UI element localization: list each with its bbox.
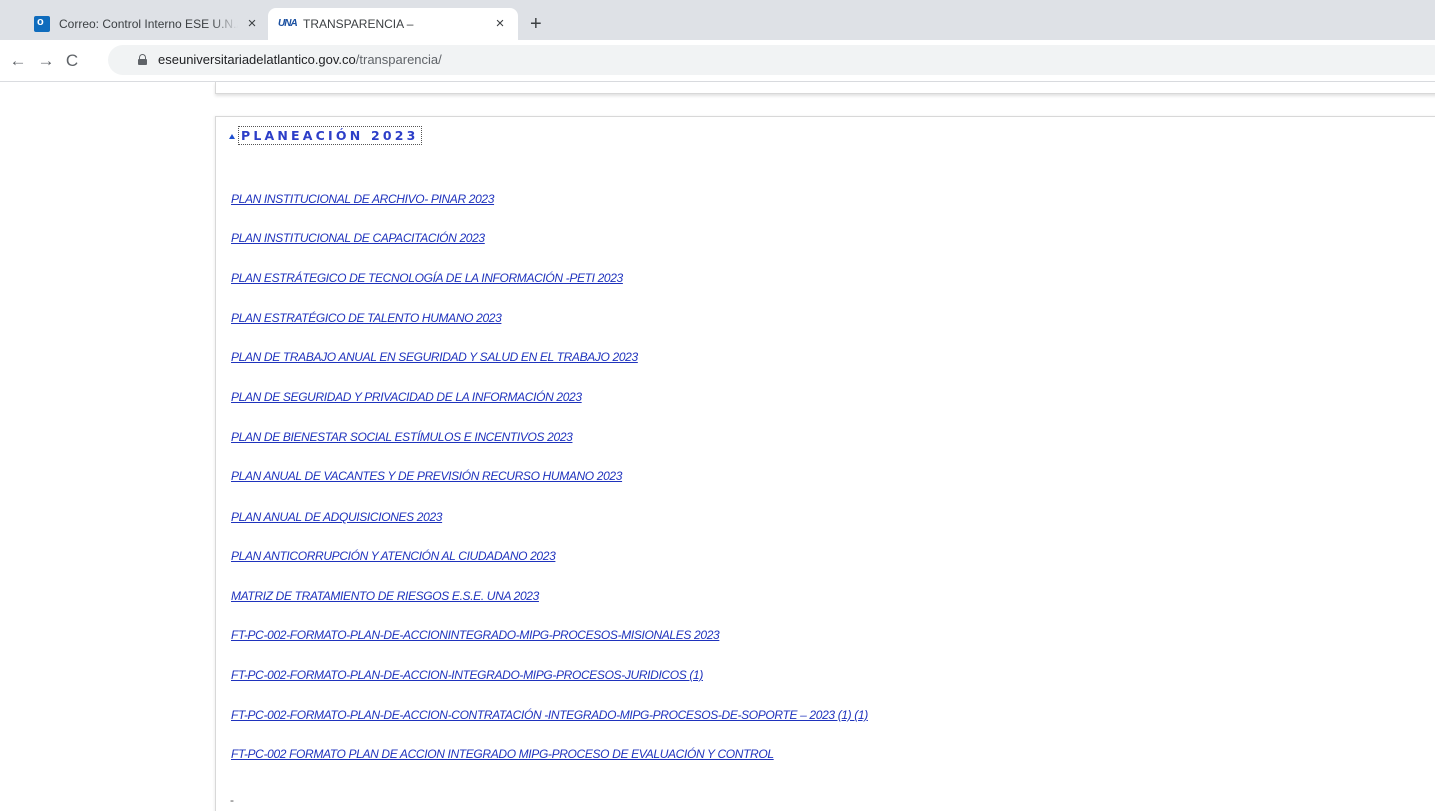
document-link[interactable]: PLAN INSTITUCIONAL DE CAPACITACIÓN 2023 xyxy=(231,231,485,245)
tab-transparencia[interactable]: UNA TRANSPARENCIA – × xyxy=(268,8,518,40)
document-link[interactable]: PLAN ANUAL DE VACANTES Y DE PREVISIÓN RE… xyxy=(231,469,622,483)
document-link[interactable]: PLAN ESTRÁTEGICO DE TECNOLOGÍA DE LA INF… xyxy=(231,271,623,285)
tab-title: TRANSPARENCIA – xyxy=(303,17,414,31)
back-arrow-icon[interactable]: ← xyxy=(8,51,28,71)
accordion-title[interactable]: PLANEACIÓN 2023 xyxy=(238,126,422,145)
document-link[interactable]: PLAN ESTRATÉGICO DE TALENTO HUMANO 2023 xyxy=(231,311,502,325)
browser-toolbar: ← → C eseuniversitariadelatlantico.gov.c… xyxy=(0,40,1435,82)
tab-correo[interactable]: Correo: Control Interno ESE U.N.A × xyxy=(24,8,270,40)
address-bar[interactable]: eseuniversitariadelatlantico.gov.co/tran… xyxy=(108,45,1435,75)
outlook-icon xyxy=(34,16,50,32)
document-link[interactable]: MATRIZ DE TRATAMIENTO DE RIESGOS E.S.E. … xyxy=(231,589,539,603)
reload-icon[interactable]: C xyxy=(62,51,82,71)
document-link[interactable]: PLAN DE TRABAJO ANUAL EN SEGURIDAD Y SAL… xyxy=(231,350,638,364)
accordion-panel-planeacion: PLANEACIÓN 2023 PLAN INSTITUCIONAL DE AR… xyxy=(215,116,1435,811)
trailing-text: - xyxy=(230,793,234,807)
url-path: /transparencia/ xyxy=(355,52,442,67)
caret-up-icon[interactable] xyxy=(229,133,235,139)
accordion-header[interactable]: PLANEACIÓN 2023 xyxy=(229,126,422,145)
document-link[interactable]: FT-PC-002-FORMATO-PLAN-DE-ACCION-CONTRAT… xyxy=(231,708,868,722)
document-link[interactable]: PLAN ANUAL DE ADQUISICIONES 2023 xyxy=(231,510,442,524)
forward-arrow-icon[interactable]: → xyxy=(36,51,56,71)
document-link[interactable]: PLAN DE BIENESTAR SOCIAL ESTÍMULOS E INC… xyxy=(231,430,573,444)
document-link[interactable]: PLAN ANTICORRUPCIÓN Y ATENCIÓN AL CIUDAD… xyxy=(231,549,556,563)
document-link[interactable]: FT-PC-002-FORMATO-PLAN-DE-ACCIONINTEGRAD… xyxy=(231,628,720,642)
close-icon[interactable]: × xyxy=(492,16,508,32)
document-link[interactable]: PLAN DE SEGURIDAD Y PRIVACIDAD DE LA INF… xyxy=(231,390,582,404)
lock-icon[interactable] xyxy=(138,54,147,65)
document-link[interactable]: FT-PC-002-FORMATO-PLAN-DE-ACCION-INTEGRA… xyxy=(231,668,703,682)
document-link[interactable]: FT-PC-002 FORMATO PLAN DE ACCION INTEGRA… xyxy=(231,747,774,761)
una-logo-icon: UNA xyxy=(278,18,298,29)
new-tab-button[interactable]: + xyxy=(530,14,542,34)
tab-title: Correo: Control Interno ESE U.N.A xyxy=(59,17,238,31)
url-host: eseuniversitariadelatlantico.gov.co xyxy=(158,52,356,67)
close-icon[interactable]: × xyxy=(244,16,260,32)
previous-accordion-panel xyxy=(215,82,1435,94)
document-link[interactable]: PLAN INSTITUCIONAL DE ARCHIVO- PINAR 202… xyxy=(231,192,494,206)
browser-tab-strip: Correo: Control Interno ESE U.N.A × UNA … xyxy=(0,0,1435,40)
url-text[interactable]: eseuniversitariadelatlantico.gov.co/tran… xyxy=(158,52,442,67)
